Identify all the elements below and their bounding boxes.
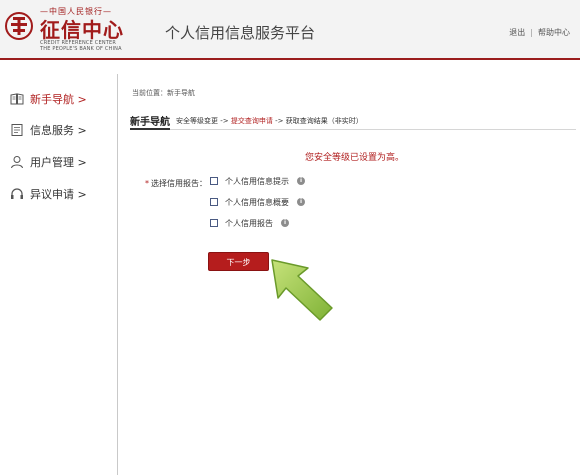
option-label: 个人信用信息概要 [225, 197, 289, 207]
security-notice: 您安全等级已设置为高。 [305, 153, 405, 163]
guide-header: 新手导航 安全等级变更 -> 提交查询申请 -> 获取查询结果（非实时） [130, 113, 576, 129]
next-step-button[interactable]: 下一步 [208, 252, 269, 271]
top-links: 退出 | 帮助中心 [509, 27, 570, 38]
option-credit-info-summary: 个人信用信息概要 i [210, 196, 305, 208]
checkbox-credit-info-hint[interactable] [210, 177, 218, 185]
link-separator: | [530, 28, 533, 37]
breadcrumb: 当前位置：新手导航 [132, 89, 195, 97]
sidebar-item-info-service[interactable]: 信息服务 > [10, 120, 110, 140]
sidebar-item-label: 新手导航 > [30, 93, 87, 106]
sidebar-item-dispute[interactable]: 异议申请 > [10, 184, 110, 204]
header: —中国人民银行— 征信中心 CREDIT REFERENCE CENTER TH… [0, 0, 580, 60]
divider [130, 129, 576, 130]
platform-title: 个人信用信息服务平台 [165, 24, 316, 42]
logo-emblem-icon [5, 12, 33, 40]
help-center-link[interactable]: 帮助中心 [538, 28, 570, 37]
logo-english-line2: THE PEOPLE'S BANK OF CHINA [40, 46, 122, 52]
option-label: 个人信用报告 [225, 218, 273, 228]
report-select-label-text: 选择信用报告： [151, 179, 207, 188]
info-icon[interactable]: i [297, 177, 305, 185]
page-title: 新手导航 [130, 117, 170, 128]
title-underline [130, 128, 170, 130]
sidebar-item-label: 信息服务 > [30, 124, 87, 137]
option-credit-report: 个人信用报告 i [210, 217, 289, 229]
step-get-result: -> 获取查询结果（非实时） [275, 117, 363, 125]
pointer-arrow-icon [271, 259, 333, 321]
document-icon [10, 123, 24, 137]
step-indicator: 安全等级变更 -> 提交查询申请 -> 获取查询结果（非实时） [176, 116, 363, 126]
user-icon [10, 155, 24, 169]
sidebar-item-beginner-guide[interactable]: 新手导航 > [10, 89, 110, 109]
info-icon[interactable]: i [281, 219, 289, 227]
checkbox-credit-report[interactable] [210, 219, 218, 227]
step-security-level: 安全等级变更 -> [176, 117, 229, 125]
sidebar-item-label: 异议申请 > [30, 188, 87, 201]
checkbox-credit-info-summary[interactable] [210, 198, 218, 206]
option-credit-info-hint: 个人信用信息提示 i [210, 175, 305, 187]
sidebar-item-user-management[interactable]: 用户管理 > [10, 152, 110, 172]
logo-name: 征信中心 [40, 18, 124, 42]
headset-icon [10, 187, 24, 201]
sidebar-item-label: 用户管理 > [30, 156, 87, 169]
sidebar-divider [117, 74, 118, 475]
option-label: 个人信用信息提示 [225, 176, 289, 186]
step-submit-request: 提交查询申请 [230, 117, 273, 125]
report-select-label: * 选择信用报告： [145, 178, 207, 189]
info-icon[interactable]: i [297, 198, 305, 206]
book-icon [10, 92, 24, 106]
logout-link[interactable]: 退出 [509, 28, 525, 37]
required-mark: * [145, 179, 149, 188]
